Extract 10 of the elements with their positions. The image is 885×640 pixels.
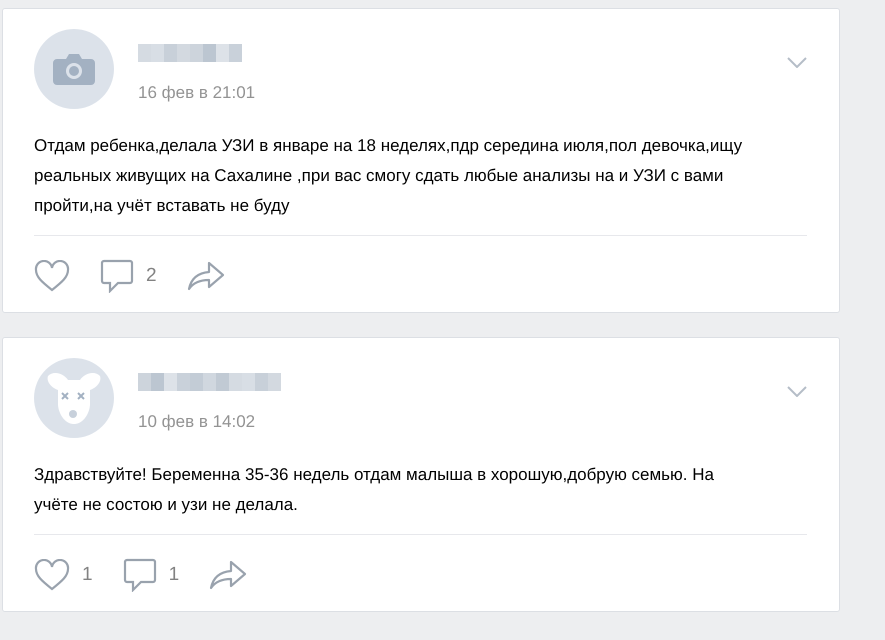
post-text: Отдам ребенка,делала УЗИ в январе на 18 неделях,пдр середина июля,пол девочка,ищу реальных живущих на Сахалине ,при вас смогу сдать любые анализы на и УЗИ с вами пройти,на учёт вставать не буду xyxy=(34,135,744,217)
post-text: Здравствуйте! Беременна 35-36 недель отдам малыша в хорошую,добрую семью. На учёте не состою и узи не делала. xyxy=(34,464,715,516)
chevron-down-icon[interactable] xyxy=(787,386,807,398)
share-button[interactable] xyxy=(186,261,225,291)
like-button[interactable] xyxy=(34,260,70,292)
camera-icon xyxy=(53,53,95,85)
share-button[interactable] xyxy=(209,560,248,590)
chevron-down-icon[interactable] xyxy=(787,57,807,68)
post-date[interactable]: 10 фев в 14:02 xyxy=(138,409,281,434)
post-date[interactable]: 16 фев в 21:01 xyxy=(138,80,256,106)
